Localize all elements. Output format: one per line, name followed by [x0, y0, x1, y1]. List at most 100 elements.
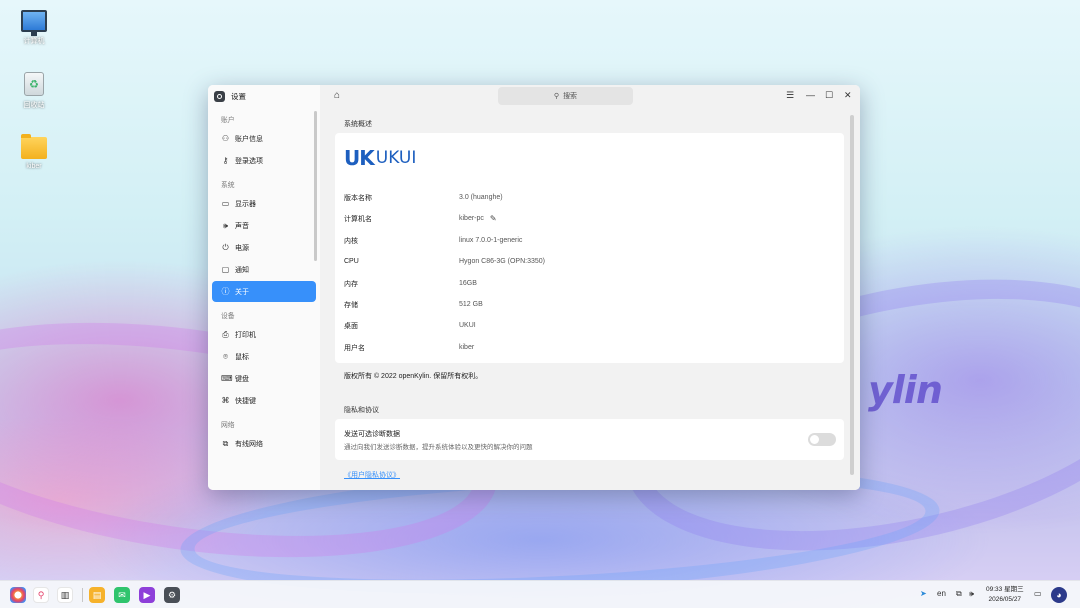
- notification-center-icon[interactable]: ▭: [1034, 589, 1042, 598]
- sidebar-item-keyboard[interactable]: ⌨ 键盘: [212, 368, 316, 389]
- search-placeholder: 搜索: [563, 93, 578, 100]
- sidebar-item-shortcuts[interactable]: ⌘ 快捷键: [212, 390, 316, 411]
- input-method-indicator[interactable]: en: [937, 589, 946, 598]
- sidebar-item-account-info[interactable]: ⚇ 账户信息: [212, 128, 316, 149]
- search-icon[interactable]: ⚲: [33, 587, 49, 603]
- info-row-version: 版本名称 3.0 (huanghe): [344, 194, 503, 202]
- sidebar-group-system: 系统: [221, 182, 235, 189]
- sidebar-item-label: 键盘: [235, 375, 249, 383]
- window-title: 设置: [231, 91, 246, 101]
- sidebar-item-label: 快捷键: [235, 397, 256, 405]
- diagnostics-card: 发送可选诊断数据 通过向我们发送诊断数据，提升系统体验以及更快的解决你的问题: [335, 419, 844, 460]
- settings-icon[interactable]: ⚙: [164, 587, 180, 603]
- monitor-icon: ▭: [221, 199, 230, 208]
- sidebar-item-label: 电源: [235, 244, 249, 252]
- sidebar-item-label: 通知: [235, 266, 249, 274]
- diagnostics-title: 发送可选诊断数据: [344, 431, 400, 438]
- sidebar-scrollbar[interactable]: [314, 111, 317, 261]
- settings-sidebar: 设置 账户 ⚇ 账户信息 ⚷ 登录选项 系统 ▭ 显示器 🕪 声音 ⏻ 电源 ▢…: [208, 85, 320, 490]
- wallpaper-logo-text: ylin: [868, 368, 943, 412]
- sidebar-item-printer[interactable]: ⎙ 打印机: [212, 324, 316, 345]
- sidebar-item-label: 鼠标: [235, 353, 249, 361]
- system-overview-card: UK UKUI 版本名称 3.0 (huanghe) 计算机名 kiber-pc…: [335, 133, 844, 363]
- user-icon: ⚇: [221, 134, 230, 143]
- sidebar-group-network: 网络: [221, 422, 235, 429]
- info-row-kernel: 内核 linux 7.0.0-1-generic: [344, 237, 523, 245]
- multitask-icon[interactable]: ▥: [57, 587, 73, 603]
- settings-window: 设置 账户 ⚇ 账户信息 ⚷ 登录选项 系统 ▭ 显示器 🕪 声音 ⏻ 电源 ▢…: [208, 85, 860, 490]
- info-row-desktop: 桌面 UKUI: [344, 322, 476, 330]
- sidebar-item-label: 登录选项: [235, 157, 263, 165]
- kylin-start-icon[interactable]: [10, 587, 26, 603]
- menu-button[interactable]: ☰: [786, 90, 794, 101]
- key-icon: ⚷: [222, 156, 229, 165]
- search-input[interactable]: ⚲ 搜索: [498, 87, 633, 105]
- network-status-icon[interactable]: ➤: [920, 589, 927, 598]
- diagnostics-toggle[interactable]: [808, 433, 836, 446]
- file-manager-icon[interactable]: ▤: [89, 587, 105, 603]
- clipboard-icon[interactable]: ⧉: [956, 589, 962, 599]
- clock[interactable]: 09:33 星期三 2026/05/27: [986, 585, 1024, 605]
- sidebar-item-wired-network[interactable]: ⧉ 有线网络: [212, 433, 316, 454]
- desktop-icon-trash[interactable]: ♻ 回收站: [14, 72, 54, 110]
- window-titlebar: ⌂ ⚲ 搜索 ☰ — ☐ ✕: [320, 85, 860, 107]
- volume-icon[interactable]: 🕪: [969, 589, 974, 599]
- printer-icon: ⎙: [222, 329, 229, 339]
- sidebar-item-login-options[interactable]: ⚷ 登录选项: [212, 150, 316, 171]
- sidebar-item-label: 打印机: [235, 331, 256, 339]
- keyboard-icon: ⌨: [221, 374, 233, 383]
- software-store-icon[interactable]: ✉: [114, 587, 130, 603]
- sidebar-item-about[interactable]: ⓘ 关于: [212, 281, 316, 302]
- sidebar-item-label: 有线网络: [235, 440, 263, 448]
- ukui-logo: UK UKUI: [344, 146, 417, 170]
- section-title-privacy: 隐私和协议: [344, 407, 379, 414]
- info-row-username: 用户名 kiber: [344, 344, 475, 352]
- section-title-overview: 系统概述: [344, 121, 372, 128]
- wired-network-icon: ⧉: [222, 438, 229, 448]
- privacy-agreement-link[interactable]: 《用户隐私协议》: [344, 470, 400, 480]
- home-button[interactable]: ⌂: [334, 90, 340, 101]
- info-row-hostname: 计算机名 kiber-pc ✎: [344, 214, 497, 223]
- search-icon: ⚲: [553, 93, 560, 100]
- maximize-button[interactable]: ☐: [825, 90, 833, 101]
- sidebar-item-label: 账户信息: [235, 135, 263, 143]
- desktop-icon-label: 计算机: [23, 38, 45, 45]
- video-icon[interactable]: ▶: [139, 587, 155, 603]
- clock-date: 2026/05/27: [988, 596, 1022, 603]
- info-row-cpu: CPU Hygon C86-3G (OPN:3350): [344, 258, 545, 265]
- folder-icon: [21, 134, 47, 159]
- sidebar-item-label: 关于: [235, 288, 249, 296]
- taskbar: ⚲ ▥ ▤ ✉ ▶ ⚙ ➤ en ⧉ 🕪 09:33 星期三 2026/05/2…: [0, 580, 1080, 608]
- sidebar-item-notification[interactable]: ▢ 通知: [212, 259, 316, 280]
- computer-icon: [21, 10, 47, 36]
- desktop-icon-computer[interactable]: 计算机: [14, 10, 54, 46]
- sidebar-item-power[interactable]: ⏻ 电源: [212, 237, 316, 258]
- sidebar-group-devices: 设备: [221, 313, 235, 320]
- desktop-icon-label: kiber: [26, 163, 42, 170]
- sidebar-group-account: 账户: [221, 117, 235, 124]
- main-scrollbar[interactable]: [850, 115, 854, 475]
- taskbar-separator: [82, 588, 83, 602]
- sidebar-item-sound[interactable]: 🕪 声音: [212, 215, 316, 236]
- copyright-text: 版权所有 © 2022 openKylin. 保留所有权利。: [344, 373, 483, 380]
- sidebar-item-label: 声音: [235, 222, 249, 230]
- assistant-icon[interactable]: ◕: [1051, 587, 1067, 603]
- speaker-icon: 🕪: [222, 220, 229, 230]
- sidebar-item-display[interactable]: ▭ 显示器: [212, 193, 316, 214]
- notification-icon: ▢: [221, 265, 230, 274]
- info-row-memory: 内存 16GB: [344, 280, 477, 288]
- sidebar-item-label: 显示器: [235, 200, 256, 208]
- trash-icon: ♻: [24, 72, 44, 96]
- edit-icon[interactable]: ✎: [490, 214, 497, 223]
- close-button[interactable]: ✕: [844, 90, 852, 101]
- sidebar-item-mouse[interactable]: ⌾ 鼠标: [212, 346, 316, 367]
- minimize-button[interactable]: —: [806, 90, 815, 100]
- clock-time: 09:33 星期三: [986, 586, 1024, 593]
- mouse-icon: ⌾: [223, 351, 228, 361]
- settings-main-panel: ⌂ ⚲ 搜索 ☰ — ☐ ✕ 系统概述 UK UKUI 版本名称 3.0 (hu…: [320, 85, 860, 490]
- info-row-storage: 存储 512 GB: [344, 301, 483, 309]
- settings-app-icon: [214, 90, 225, 102]
- info-icon: ⓘ: [221, 287, 230, 296]
- desktop-icon-home-folder[interactable]: kiber: [14, 134, 54, 170]
- power-icon: ⏻: [222, 242, 229, 252]
